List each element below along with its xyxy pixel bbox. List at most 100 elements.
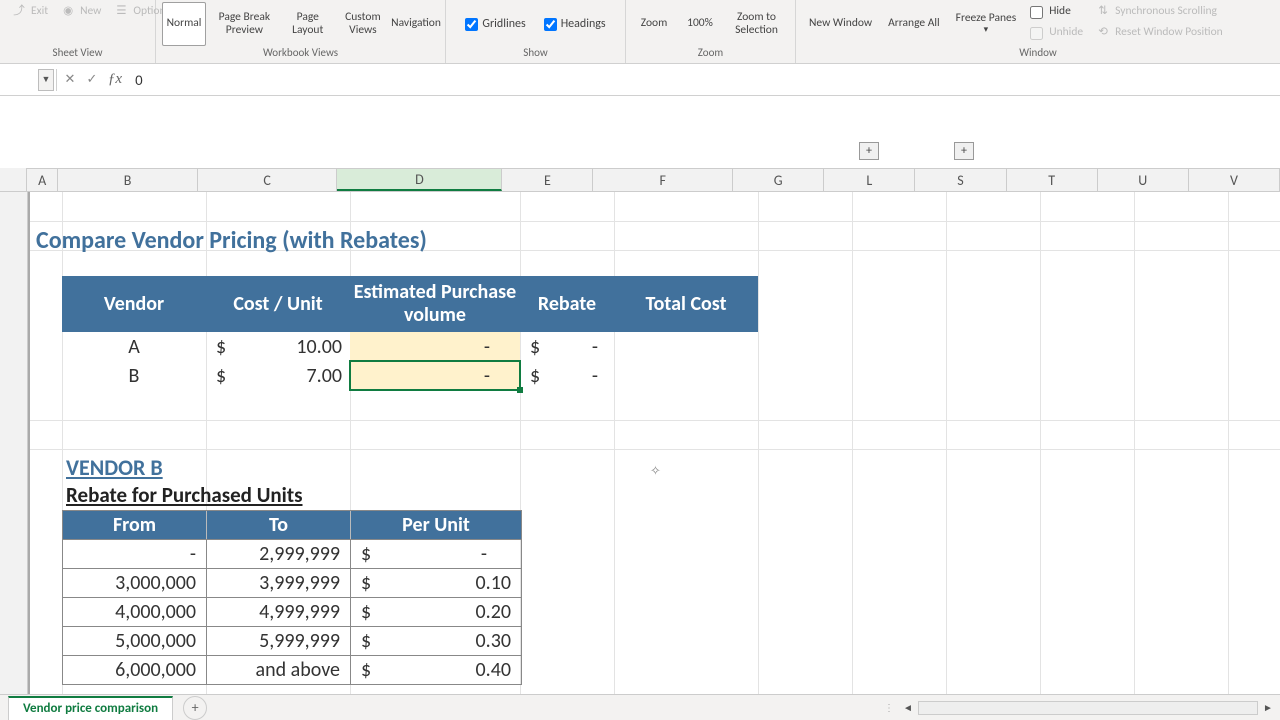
headings-checkbox[interactable]: Headings (544, 14, 606, 34)
rb-from-0[interactable]: - (63, 540, 207, 568)
sync-scroll-button[interactable]: ⇅Synchronous Scrolling (1090, 2, 1228, 22)
rb-pu-1[interactable]: $0.10 (351, 569, 521, 597)
rb-from-3[interactable]: 5,000,000 (63, 627, 207, 655)
rb-to-1[interactable]: 3,999,999 (207, 569, 351, 597)
column-group-expand-1[interactable]: + (859, 142, 879, 160)
cell-cost-A[interactable]: $10.00 (206, 332, 350, 361)
rebate-header-row: From To Per Unit (63, 511, 521, 539)
cursor-icon: ✧ (650, 464, 661, 479)
table-row: B $7.00 - $- (62, 361, 758, 390)
vendor-b-title: VENDOR B (66, 454, 163, 481)
ribbon-group-zoom: Zoom 100% Zoom to Selection Zoom (626, 0, 796, 63)
page-break-button[interactable]: Page Break Preview (208, 2, 281, 46)
col-header-V[interactable]: V (1189, 168, 1280, 191)
cell-rebate-B[interactable]: $- (520, 361, 614, 390)
sheet-area[interactable]: Compare Vendor Pricing (with Rebates) Ve… (28, 192, 1280, 694)
rb-to-3[interactable]: 5,999,999 (207, 627, 351, 655)
rb-from-4[interactable]: 6,000,000 (63, 656, 207, 684)
navigation-button[interactable]: Navigation (393, 2, 439, 46)
ribbon-group-show: Gridlines Headings Show (446, 0, 626, 63)
col-header-T[interactable]: T (1007, 168, 1098, 191)
rb-pu-2[interactable]: $0.20 (351, 598, 521, 626)
col-header-L[interactable]: L (824, 168, 915, 191)
name-box-dropdown[interactable]: ▼ (38, 69, 54, 91)
name-box[interactable] (0, 68, 38, 92)
col-header-B[interactable]: B (58, 168, 198, 191)
rb-pu-0[interactable]: $- (351, 540, 521, 568)
th-total: Total Cost (614, 276, 758, 332)
hide-button[interactable]: Hide (1025, 2, 1088, 22)
select-all-cell[interactable] (0, 168, 27, 191)
col-header-U[interactable]: U (1098, 168, 1189, 191)
sheet-view-group-label: Sheet View (6, 46, 149, 61)
scroll-track[interactable] (918, 701, 1258, 715)
reset-window-button[interactable]: ⟲Reset Window Position (1090, 23, 1228, 43)
enter-formula-button[interactable]: ✓ (81, 69, 103, 91)
cell-total-A[interactable] (614, 332, 758, 361)
gridlines-checkbox[interactable]: Gridlines (465, 14, 525, 34)
add-sheet-button[interactable]: + (183, 696, 207, 720)
col-header-F[interactable]: F (593, 168, 733, 191)
col-header-G[interactable]: G (733, 168, 824, 191)
insert-function-button[interactable]: ƒx (103, 71, 127, 88)
rb-from-1[interactable]: 3,000,000 (63, 569, 207, 597)
scroll-right-button[interactable]: ► (1260, 700, 1276, 716)
exit-icon: ⤴ (11, 4, 27, 20)
rb-to-0[interactable]: 2,999,999 (207, 540, 351, 568)
zoom-button[interactable]: Zoom (632, 2, 676, 46)
cell-total-B[interactable] (614, 361, 758, 390)
cell-volume-A[interactable]: - (350, 332, 520, 361)
custom-views-button[interactable]: Custom Views (335, 2, 391, 46)
cell-vendor-A[interactable]: A (62, 332, 206, 361)
th-volume: Estimated Purchase volume (350, 276, 520, 332)
comparison-table: Vendor Cost / Unit Estimated Purchase vo… (62, 276, 758, 390)
gridlines-check-input[interactable] (465, 18, 478, 31)
ribbon: ⤴Exit ◉New ☰Options Sheet View Normal Pa… (0, 0, 1280, 64)
new-view-button[interactable]: ◉ New (55, 2, 106, 22)
row-headers[interactable] (0, 192, 28, 694)
zoom-selection-button[interactable]: Zoom to Selection (724, 2, 789, 46)
col-header-A[interactable]: A (27, 168, 58, 191)
exit-button[interactable]: ⤴Exit (6, 2, 53, 22)
formula-input[interactable] (127, 68, 1280, 92)
new-window-button[interactable]: New Window (802, 2, 879, 46)
unhide-button[interactable]: Unhide (1025, 23, 1088, 43)
th-vendor: Vendor (62, 276, 206, 332)
normal-view-button[interactable]: Normal (162, 2, 206, 46)
new-view-label: New (80, 5, 101, 18)
sheet-tab-active[interactable]: Vendor price comparison (8, 696, 173, 720)
col-header-S[interactable]: S (915, 168, 1006, 191)
freeze-panes-button[interactable]: Freeze Panes▾ (949, 2, 1024, 46)
eye-icon: ◉ (60, 4, 76, 20)
scroll-left-button[interactable]: ◄ (900, 700, 916, 716)
rebate-row: 4,000,000 4,999,999 $0.20 (63, 597, 521, 626)
sheet-tabs: Vendor price comparison + ⋮ ◄ ► (0, 694, 1280, 720)
headings-check-input[interactable] (544, 18, 557, 31)
workbook-views-group-label: Workbook Views (162, 46, 439, 61)
th-rebate: Rebate (520, 276, 614, 332)
page-layout-button[interactable]: Page Layout (283, 2, 333, 46)
cell-volume-B-selected[interactable]: - (350, 361, 520, 390)
horizontal-scrollbar[interactable]: ⋮ ◄ ► (884, 700, 1280, 716)
rb-to-2[interactable]: 4,999,999 (207, 598, 351, 626)
ribbon-group-sheet-view: ⤴Exit ◉New ☰Options Sheet View (0, 0, 156, 63)
options-icon: ☰ (113, 4, 129, 20)
reset-icon: ⟲ (1095, 25, 1111, 41)
rb-pu-3[interactable]: $0.30 (351, 627, 521, 655)
cell-cost-B[interactable]: $7.00 (206, 361, 350, 390)
cancel-formula-button[interactable]: ✕ (59, 69, 81, 91)
rb-from-2[interactable]: 4,000,000 (63, 598, 207, 626)
zoom-100-button[interactable]: 100% (678, 2, 722, 46)
arrange-all-button[interactable]: Arrange All (881, 2, 947, 46)
rb-to-4[interactable]: and above (207, 656, 351, 684)
col-header-E[interactable]: E (502, 168, 593, 191)
column-group-expand-2[interactable]: + (954, 142, 974, 160)
col-header-D[interactable]: D (337, 168, 502, 191)
chevron-down-icon: ▼ (42, 74, 51, 85)
table-row: A $10.00 - $- (62, 332, 758, 361)
cell-vendor-B[interactable]: B (62, 361, 206, 390)
rb-pu-4[interactable]: $0.40 (351, 656, 521, 684)
splitter-handle[interactable]: ⋮ (884, 701, 894, 715)
cell-rebate-A[interactable]: $- (520, 332, 614, 361)
col-header-C[interactable]: C (198, 168, 338, 191)
